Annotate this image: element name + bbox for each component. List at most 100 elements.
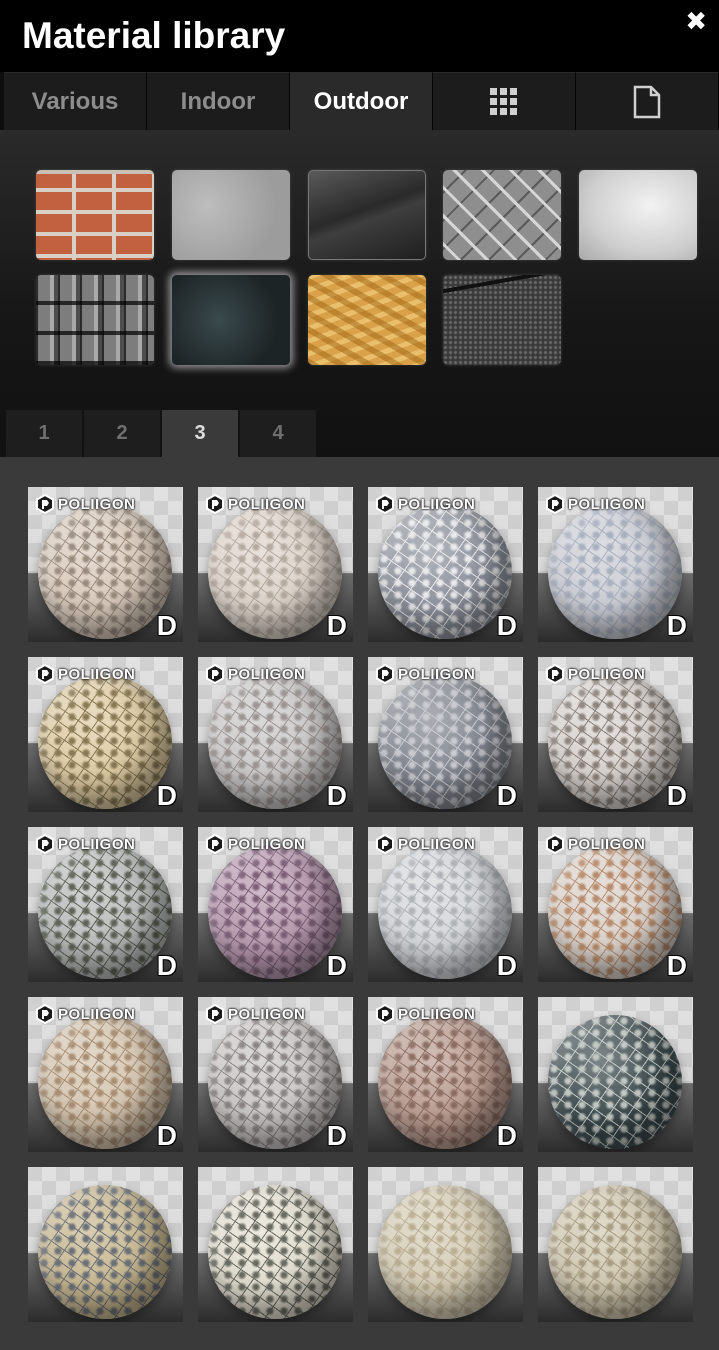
brand-text: POLIIGON — [58, 495, 136, 513]
poliigon-logo-icon — [206, 1004, 224, 1024]
poliigon-logo-icon — [206, 494, 224, 514]
brand-text: POLIIGON — [398, 835, 476, 853]
page-tab-2[interactable]: 2 — [84, 410, 160, 457]
download-badge: D — [496, 950, 517, 981]
poliigon-brand-label: POLIIGON — [206, 1004, 305, 1024]
download-badge: D — [156, 610, 177, 641]
brand-text: POLIIGON — [568, 665, 646, 683]
poliigon-brand-label: POLIIGON — [36, 1004, 135, 1024]
swatch-granite[interactable] — [172, 275, 290, 365]
material-preview-sphere — [208, 1015, 342, 1149]
material-thumbnail[interactable] — [198, 1167, 353, 1322]
material-thumbnail[interactable]: POLIIGON D — [368, 487, 523, 642]
poliigon-logo-icon — [206, 664, 224, 684]
poliigon-brand-label: POLIIGON — [206, 664, 305, 684]
poliigon-logo-icon — [376, 494, 394, 514]
material-grid: POLIIGON D POLIIGON D POLIIGON D POLIIGON D POLI… — [0, 457, 719, 1350]
material-preview-sphere — [378, 1015, 512, 1149]
tab-grid-view[interactable] — [433, 72, 576, 130]
material-thumbnail[interactable] — [28, 1167, 183, 1322]
material-thumbnail[interactable]: POLIIGON D — [538, 827, 693, 982]
material-preview-sphere — [378, 505, 512, 639]
swatch-osb-wood[interactable] — [308, 275, 426, 365]
material-thumbnail[interactable] — [538, 997, 693, 1152]
material-preview-sphere — [548, 845, 682, 979]
swatch-glass[interactable] — [308, 170, 426, 260]
brand-text: POLIIGON — [228, 1005, 306, 1023]
brand-text: POLIIGON — [58, 665, 136, 683]
material-thumbnail[interactable] — [368, 1167, 523, 1322]
material-preview-sphere — [208, 845, 342, 979]
download-badge: D — [496, 610, 517, 641]
page-tab-1[interactable]: 1 — [6, 410, 82, 457]
material-preview-sphere — [378, 845, 512, 979]
material-thumbnail[interactable]: POLIIGON D — [198, 997, 353, 1152]
material-preview-sphere — [548, 675, 682, 809]
material-thumbnail[interactable]: POLIIGON D — [28, 997, 183, 1152]
poliigon-brand-label: POLIIGON — [36, 494, 135, 514]
poliigon-logo-icon — [546, 834, 564, 854]
close-icon[interactable]: ✖ — [685, 6, 707, 37]
material-thumbnail[interactable]: POLIIGON D — [28, 487, 183, 642]
brand-text: POLIIGON — [58, 1005, 136, 1023]
swatch-area — [0, 130, 719, 457]
title-bar: Material library ✖ — [0, 0, 719, 72]
poliigon-logo-icon — [376, 664, 394, 684]
poliigon-logo-icon — [36, 834, 54, 854]
swatch-asphalt[interactable] — [443, 275, 561, 365]
download-badge: D — [496, 1120, 517, 1151]
poliigon-brand-label: POLIIGON — [376, 1004, 475, 1024]
material-thumbnail[interactable]: POLIIGON D — [368, 997, 523, 1152]
page-tab-4[interactable]: 4 — [240, 410, 316, 457]
brand-text: POLIIGON — [228, 665, 306, 683]
material-thumbnail[interactable]: POLIIGON D — [198, 827, 353, 982]
tab-document[interactable] — [576, 72, 719, 130]
material-preview-sphere — [378, 675, 512, 809]
brand-text: POLIIGON — [398, 1005, 476, 1023]
tab-outdoor[interactable]: Outdoor — [290, 72, 433, 130]
brand-text: POLIIGON — [228, 495, 306, 513]
material-thumbnail[interactable]: POLIIGON D — [368, 827, 523, 982]
poliigon-brand-label: POLIIGON — [376, 664, 475, 684]
poliigon-logo-icon — [546, 494, 564, 514]
poliigon-brand-label: POLIIGON — [376, 494, 475, 514]
material-thumbnail[interactable]: POLIIGON D — [198, 487, 353, 642]
material-preview-sphere — [38, 1015, 172, 1149]
poliigon-brand-label: POLIIGON — [546, 494, 645, 514]
material-thumbnail[interactable]: POLIIGON D — [28, 827, 183, 982]
download-badge: D — [326, 1120, 347, 1151]
poliigon-brand-label: POLIIGON — [36, 834, 135, 854]
material-thumbnail[interactable]: POLIIGON D — [198, 657, 353, 812]
poliigon-logo-icon — [36, 494, 54, 514]
swatch-diamond-plate[interactable] — [443, 170, 561, 260]
material-thumbnail[interactable]: POLIIGON D — [368, 657, 523, 812]
material-thumbnail[interactable]: POLIIGON D — [538, 487, 693, 642]
tab-indoor[interactable]: Indoor — [147, 72, 290, 130]
download-badge: D — [496, 780, 517, 811]
poliigon-logo-icon — [36, 664, 54, 684]
material-preview-sphere — [548, 1185, 682, 1319]
swatch-plaster[interactable] — [579, 170, 697, 260]
material-preview-sphere — [38, 505, 172, 639]
material-preview-sphere — [38, 675, 172, 809]
swatch-concrete[interactable] — [172, 170, 290, 260]
poliigon-brand-label: POLIIGON — [376, 834, 475, 854]
download-badge: D — [666, 610, 687, 641]
grid-icon — [490, 87, 517, 115]
poliigon-brand-label: POLIIGON — [206, 834, 305, 854]
swatch-roof-tiles[interactable] — [36, 275, 154, 365]
material-preview-sphere — [38, 1185, 172, 1319]
swatch-brick[interactable] — [36, 170, 154, 260]
download-badge: D — [326, 610, 347, 641]
material-thumbnail[interactable] — [538, 1167, 693, 1322]
page-tab-3[interactable]: 3 — [162, 410, 238, 457]
material-thumbnail[interactable]: POLIIGON D — [538, 657, 693, 812]
brand-text: POLIIGON — [398, 495, 476, 513]
poliigon-brand-label: POLIIGON — [546, 834, 645, 854]
poliigon-brand-label: POLIIGON — [206, 494, 305, 514]
download-badge: D — [326, 950, 347, 981]
material-thumbnail[interactable]: POLIIGON D — [28, 657, 183, 812]
brand-text: POLIIGON — [58, 835, 136, 853]
tab-various[interactable]: Various — [4, 72, 147, 130]
brand-text: POLIIGON — [398, 665, 476, 683]
